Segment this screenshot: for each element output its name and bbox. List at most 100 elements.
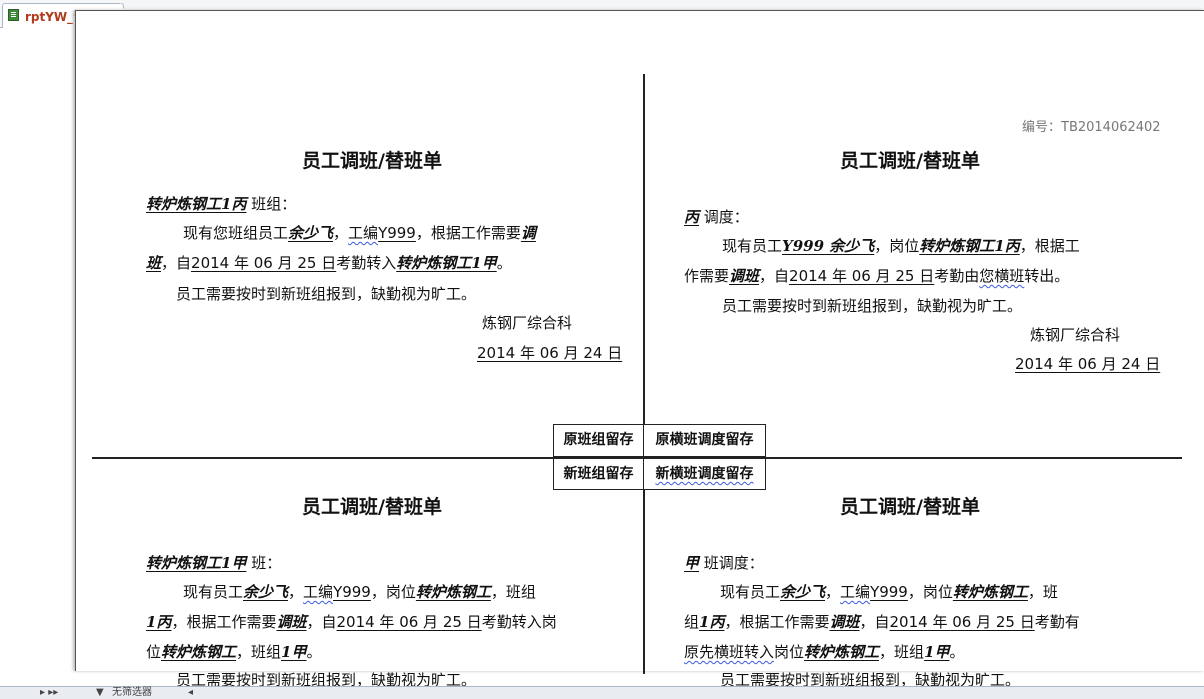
- br-name: 余少飞: [780, 583, 826, 601]
- tl-line1: 转炉炼钢工1丙 班组：: [146, 193, 296, 214]
- tl-line2-a: 现有您班组员工: [183, 224, 289, 242]
- tl-target: 转炉炼钢工1甲: [396, 254, 497, 272]
- bl-line2-a: 现有员工: [183, 583, 244, 601]
- tl-line3-a: ，自: [161, 254, 192, 272]
- bl-line2: 现有员工余少飞，工编Y999，岗位转炉炼钢工，班组: [183, 581, 536, 602]
- bl-new-group: 1甲: [281, 643, 307, 661]
- br-line3-b: ，根据工作需要: [724, 613, 830, 631]
- form-title-bl: 员工调班/替班单: [302, 496, 442, 518]
- scroll-left-icon[interactable]: ◂: [188, 687, 193, 699]
- br-group: 甲: [684, 554, 700, 572]
- tl-emp-label: 工编: [348, 224, 379, 242]
- tl-line2: 现有您班组员工余少飞，工编Y999，根据工作需要调: [183, 222, 536, 243]
- record-navigation-bar: ▸ ▸▸ ▼ 无筛选器 ◂: [0, 686, 1204, 699]
- tl-dept: 炼钢厂综合科: [482, 314, 573, 332]
- br-line1: 甲 班调度：: [684, 552, 764, 573]
- bl-line3: 1丙，根据工作需要调班，自2014 年 06 月 25 日考勤转入岗: [146, 611, 557, 632]
- tr-line2: 现有员工Y999 余少飞，岗位转炉炼钢工1丙，根据工: [722, 235, 1080, 256]
- tr-line2-a: 现有员工: [722, 237, 783, 255]
- tr-post: 转炉炼钢工1丙: [919, 237, 1020, 255]
- bl-emp-id: Y999: [333, 583, 371, 601]
- bl-reason: 调班: [276, 613, 307, 631]
- tr-line3-b: ，自: [759, 267, 790, 285]
- br-line4-c: 。: [949, 643, 965, 661]
- tr-line3-wavy: 您横班: [979, 267, 1025, 285]
- stamp-new-dispatch: 新横班调度留存: [643, 458, 766, 490]
- br-reason: 调班: [829, 613, 860, 631]
- bl-line2-d: ，班组: [490, 583, 536, 601]
- bl-new-post: 转炉炼钢工: [161, 643, 237, 661]
- tr-line3: 作需要调班，自2014 年 06 月 25 日考勤由您横班转出。: [684, 265, 1069, 286]
- tl-sep: ，: [333, 224, 349, 242]
- vertical-divider: [643, 74, 645, 674]
- tl-line4: 员工需要按时到新班组报到，缺勤视为旷工。: [176, 285, 477, 303]
- tr-line3-c: 考勤由: [934, 267, 980, 285]
- bl-line1-suffix: 班：: [246, 554, 282, 572]
- tr-reason: 调班: [729, 267, 760, 285]
- tl-date-from: 2014 年 06 月 25 日: [191, 254, 337, 272]
- tl-line3: 班，自2014 年 06 月 25 日考勤转入转炉炼钢工1甲。: [146, 252, 512, 273]
- br-line3-c: ，自: [859, 613, 890, 631]
- bl-line3-b: ，自: [306, 613, 337, 631]
- bl-line3-a: ，根据工作需要: [171, 613, 277, 631]
- tr-sign-date: 2014 年 06 月 24 日: [1015, 355, 1161, 373]
- stamp-original-dispatch: 原横班调度留存: [643, 424, 766, 457]
- bl-line2-b: ，: [288, 583, 304, 601]
- tl-line3-c: 。: [496, 254, 512, 272]
- record-nav-buttons[interactable]: ▸ ▸▸: [40, 687, 58, 699]
- tl-reason-1: 调: [520, 224, 536, 242]
- tl-emp-id: Y999: [378, 224, 416, 242]
- tr-line1-suffix: 调度：: [699, 208, 749, 226]
- bl-line4-a: 位: [146, 643, 162, 661]
- stamp-new-group: 新班组留存: [553, 458, 644, 490]
- bl-name: 余少飞: [243, 583, 289, 601]
- bl-line4-b: ，班组: [236, 643, 282, 661]
- form-title-tl: 员工调班/替班单: [302, 150, 442, 172]
- bl-line2-c: ，岗位: [370, 583, 416, 601]
- stamp-new-dispatch-label: 新横班调度留存: [655, 466, 754, 482]
- tr-dept: 炼钢厂综合科: [1030, 326, 1121, 344]
- bl-post: 转炉炼钢工: [415, 583, 491, 601]
- tr-group: 丙: [684, 208, 700, 226]
- bl-group: 转炉炼钢工1甲: [146, 554, 247, 572]
- tr-line1: 丙 调度：: [684, 206, 749, 227]
- stamp-original-group: 原班组留存: [553, 424, 644, 457]
- br-line2-b: ，: [825, 583, 841, 601]
- tr-date-from: 2014 年 06 月 25 日: [789, 267, 935, 285]
- br-old-group: 1丙: [699, 613, 725, 631]
- br-line3: 组1丙，根据工作需要调班，自2014 年 06 月 25 日考勤有: [684, 611, 1080, 632]
- tr-line3-a: 作需要: [684, 267, 730, 285]
- br-line3-a: 组: [684, 613, 700, 631]
- br-line2-a: 现有员工: [720, 583, 781, 601]
- bl-line1: 转炉炼钢工1甲 班：: [146, 552, 281, 573]
- br-line2-c: ，岗位: [907, 583, 953, 601]
- br-new-post: 转炉炼钢工: [804, 643, 880, 661]
- br-line4: 原先横班转入岗位转炉炼钢工，班组1甲。: [684, 641, 965, 662]
- br-date-from: 2014 年 06 月 25 日: [889, 613, 1035, 631]
- bl-line4-c: 。: [306, 643, 322, 661]
- bl-old-group: 1丙: [146, 613, 172, 631]
- tl-sign-date: 2014 年 06 月 24 日: [477, 344, 623, 362]
- tl-reason-2: 班: [146, 254, 162, 272]
- br-emp-id: Y999: [870, 583, 908, 601]
- bl-line3-c: 考勤转入岗: [481, 613, 557, 631]
- serial-number: 编号：TB2014062402: [1022, 120, 1161, 135]
- filter-status[interactable]: 无筛选器: [112, 687, 152, 699]
- bl-line4: 位转炉炼钢工，班组1甲。: [146, 641, 322, 662]
- tl-line3-b: 考勤转入: [336, 254, 397, 272]
- tl-group: 转炉炼钢工1丙: [146, 195, 247, 213]
- tr-line2-c: ，根据工: [1019, 237, 1080, 255]
- br-line3-d: 考勤有: [1034, 613, 1080, 631]
- br-line2-d: ，班: [1027, 583, 1058, 601]
- form-title-tr: 员工调班/替班单: [840, 150, 980, 172]
- bl-emp-label: 工编: [303, 583, 334, 601]
- tr-line4: 员工需要按时到新班组报到，缺勤视为旷工。: [722, 297, 1023, 315]
- br-line2: 现有员工余少飞，工编Y999，岗位转炉炼钢工，班: [720, 581, 1058, 602]
- tl-name: 余少飞: [288, 224, 334, 242]
- br-emp-label: 工编: [840, 583, 871, 601]
- funnel-icon: ▼: [96, 687, 104, 698]
- tl-line1-suffix: 班组：: [246, 195, 297, 213]
- br-line4-b: ，班组: [879, 643, 925, 661]
- br-line4-a: 岗位: [774, 643, 805, 661]
- form-title-br: 员工调班/替班单: [840, 496, 980, 518]
